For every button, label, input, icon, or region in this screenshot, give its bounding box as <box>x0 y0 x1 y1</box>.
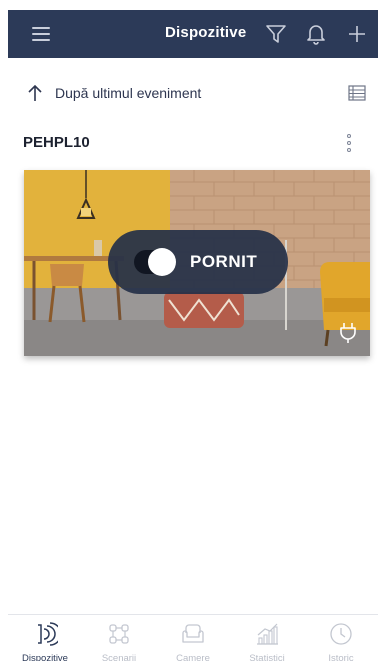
top-bar: Dispozitive <box>8 10 378 58</box>
tab-label: Dispozitive <box>22 653 68 661</box>
tab-scenarios[interactable]: Scenarii <box>82 615 156 661</box>
tab-label: Scenarii <box>101 653 137 661</box>
group-name: PEHPL10 <box>23 134 90 151</box>
tab-devices[interactable]: Dispozitive <box>8 615 82 661</box>
history-icon <box>330 623 352 645</box>
sort-label: După ultimul eveniment <box>55 85 202 101</box>
plug-icon <box>340 323 356 343</box>
power-state-label: PORNIT <box>190 252 258 271</box>
toggle-knob <box>148 248 176 276</box>
app-screen: Dispozitive După ultimul eveniment PEHPL… <box>0 0 382 661</box>
tab-label: Camere <box>176 653 210 661</box>
statistics-icon <box>257 623 278 645</box>
device-group-header: PEHPL10 <box>8 128 378 158</box>
tab-label: Istoric <box>328 653 354 661</box>
tab-history[interactable]: Istoric <box>304 615 378 661</box>
plus-icon[interactable] <box>344 22 370 46</box>
bell-icon[interactable] <box>303 22 329 46</box>
tab-rooms[interactable]: Camere <box>156 615 230 661</box>
bottom-tab-bar: Dispozitive Scenarii Camere Statistici I… <box>8 614 378 661</box>
filter-icon[interactable] <box>263 22 289 46</box>
device-card[interactable]: PORNIT <box>24 170 370 356</box>
list-view-icon[interactable] <box>348 85 366 101</box>
toggle-switch[interactable] <box>134 248 176 276</box>
devices-icon <box>38 622 58 646</box>
menu-icon[interactable] <box>32 24 54 44</box>
tab-label: Statistici <box>249 653 285 661</box>
arrow-up-icon <box>28 84 42 101</box>
more-options-icon[interactable] <box>343 132 355 154</box>
page-title: Dispozitive <box>165 24 247 41</box>
rooms-icon <box>182 624 204 643</box>
scenarios-icon <box>109 624 129 644</box>
sort-selector[interactable]: După ultimul eveniment <box>8 78 378 108</box>
tab-statistics[interactable]: Statistici <box>230 615 304 661</box>
power-toggle[interactable]: PORNIT <box>108 230 288 294</box>
